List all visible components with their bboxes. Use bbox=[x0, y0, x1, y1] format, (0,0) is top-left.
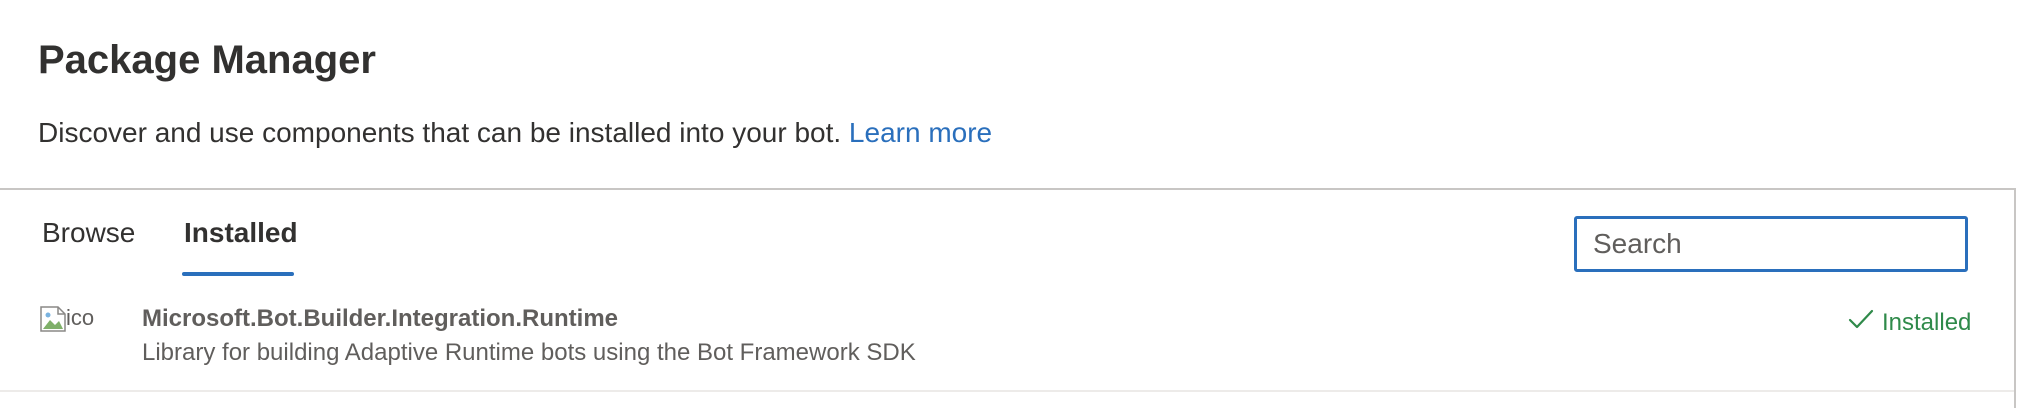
search-input[interactable] bbox=[1574, 216, 1968, 272]
installed-status: Installed bbox=[1848, 308, 1971, 338]
check-icon bbox=[1848, 308, 1874, 338]
learn-more-link[interactable]: Learn more bbox=[849, 117, 992, 148]
icon-alt-text: ico bbox=[66, 305, 95, 330]
header-divider bbox=[0, 188, 2016, 190]
page-subtitle: Discover and use components that can be … bbox=[38, 116, 992, 150]
package-list-item[interactable]: ico Microsoft.Bot.Builder.Integration.Ru… bbox=[0, 290, 2014, 390]
subtitle-text: Discover and use components that can be … bbox=[38, 117, 842, 148]
package-description: Library for building Adaptive Runtime bo… bbox=[142, 339, 916, 366]
tab-installed[interactable]: Installed bbox=[184, 216, 298, 250]
package-name: Microsoft.Bot.Builder.Integration.Runtim… bbox=[142, 305, 619, 332]
package-icon: ico bbox=[38, 304, 118, 340]
broken-image-icon bbox=[38, 304, 68, 334]
panel-right-border bbox=[2014, 188, 2016, 408]
tab-browse[interactable]: Browse bbox=[42, 216, 135, 250]
page-title: Package Manager bbox=[38, 38, 376, 82]
installed-status-label: Installed bbox=[1882, 309, 1972, 336]
row-divider bbox=[0, 390, 2014, 392]
page-header: Package Manager Discover and use compone… bbox=[0, 0, 2018, 188]
package-manager-page: Package Manager Discover and use compone… bbox=[0, 0, 2018, 408]
tab-selected-indicator bbox=[182, 272, 294, 276]
